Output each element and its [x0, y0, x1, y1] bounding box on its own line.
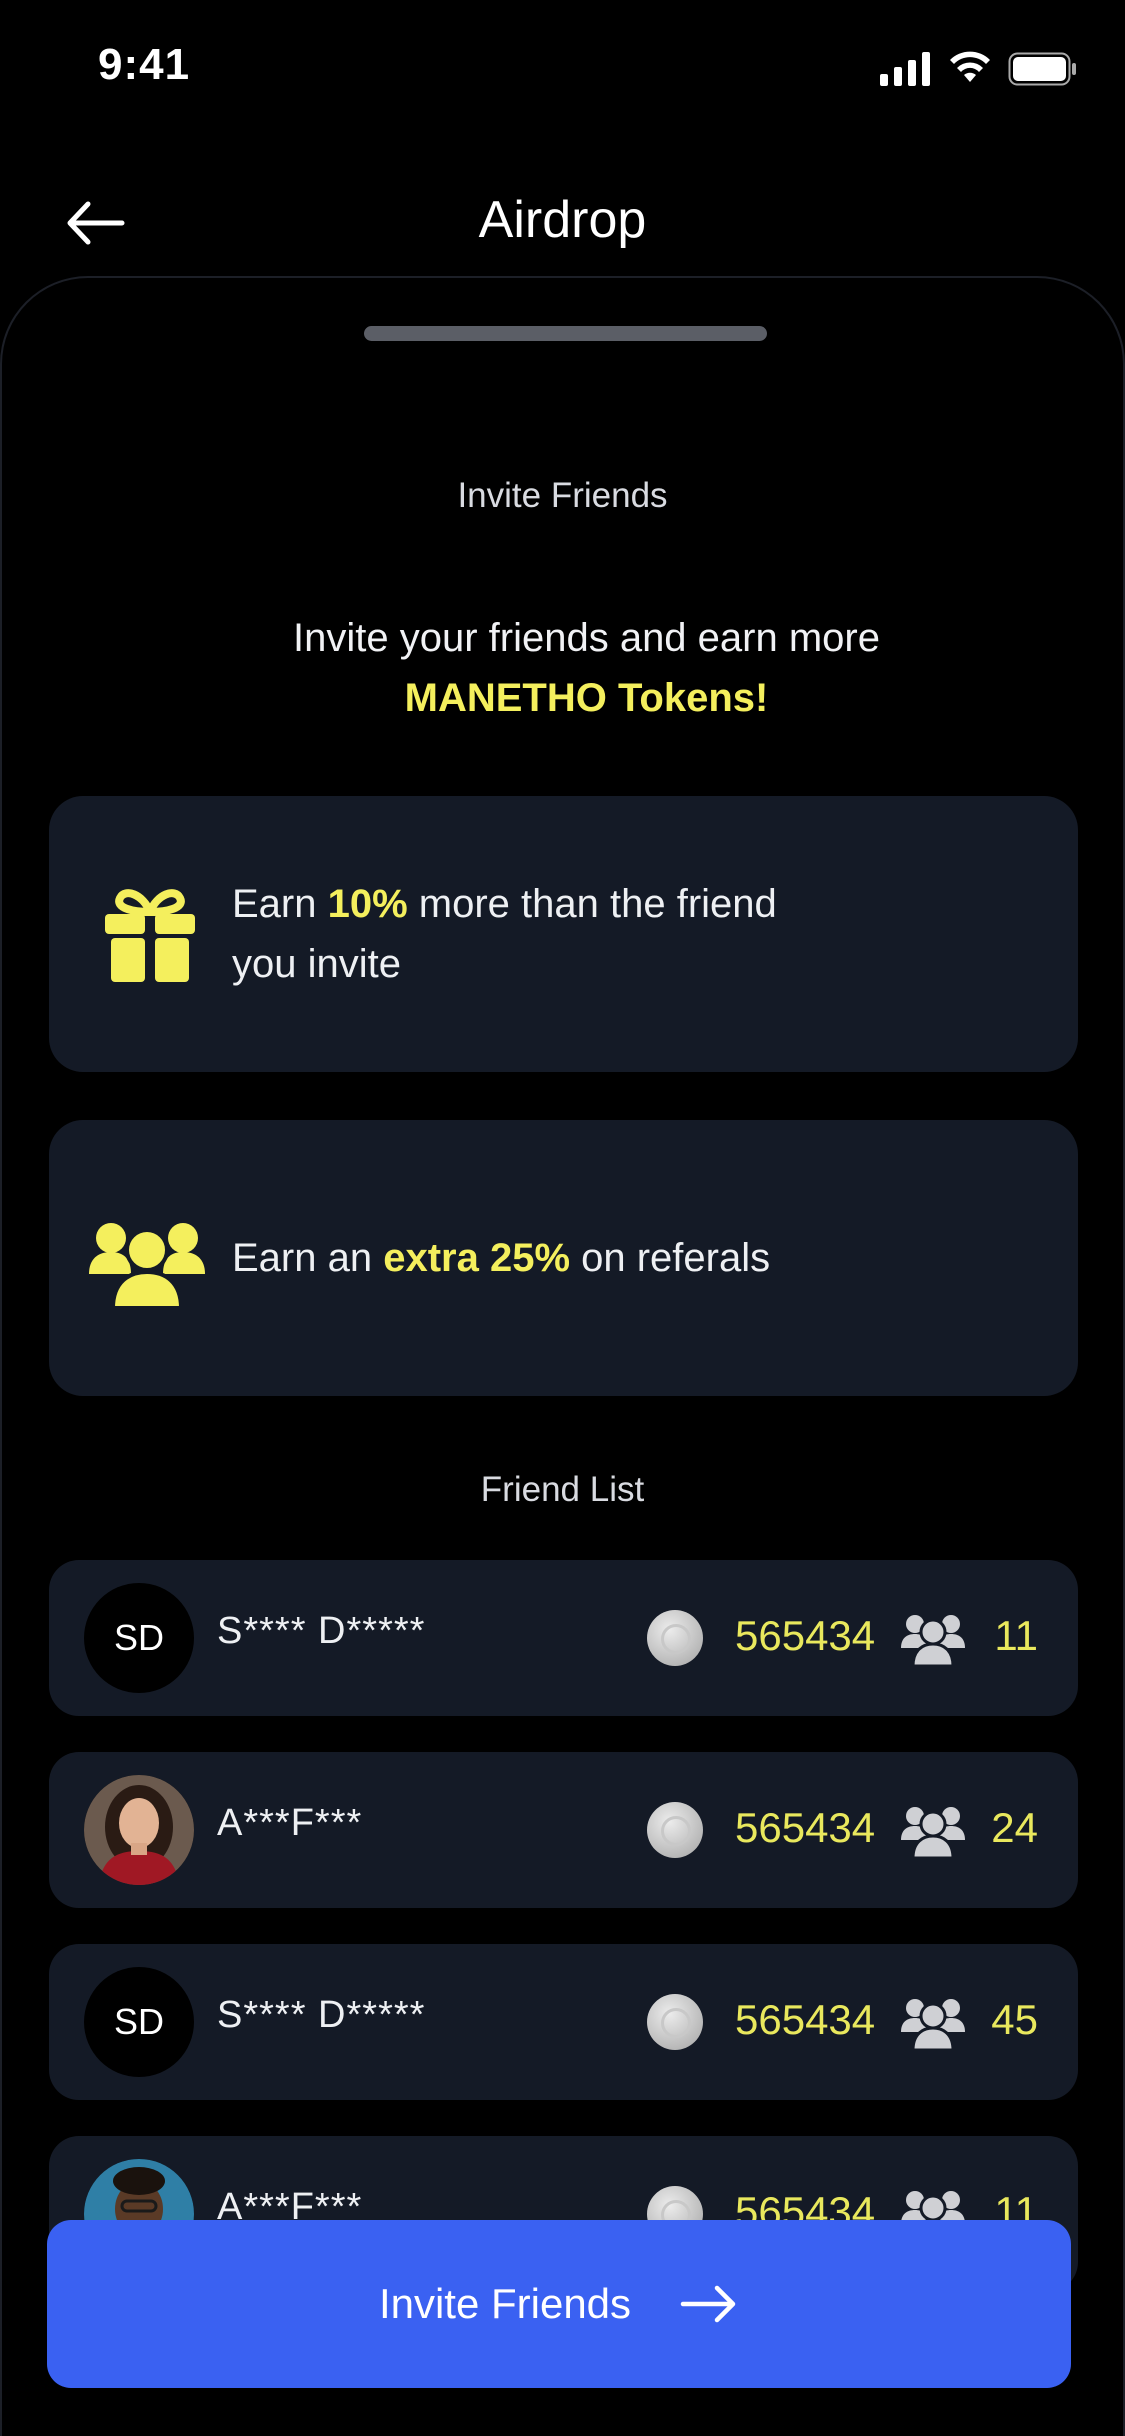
friend-list-item[interactable]: SD S**** D***** 565434 45	[49, 1944, 1078, 2100]
avatar: SD	[84, 1967, 194, 2077]
token-coin-icon	[647, 1802, 703, 1858]
token-amount: 565434	[735, 1996, 876, 2043]
invite-headline: Invite your friends and earn more MANETH…	[2, 608, 1123, 728]
wifi-icon	[950, 51, 990, 82]
status-bar: 9:41	[0, 0, 1125, 135]
friend-name: S**** D*****	[217, 1610, 426, 1652]
friend-list-item[interactable]: A***F*** 565434 24	[49, 1752, 1078, 1908]
feature-card-bonus: Earn 10% more than the friend you invite	[49, 796, 1078, 1072]
invite-friends-button-label: Invite Friends	[378, 2280, 632, 2327]
drag-handle[interactable]	[364, 326, 767, 341]
avatar: SD	[84, 1583, 194, 1693]
friend-list-title: Friend List	[480, 1470, 645, 1509]
friend-name: A***F***	[217, 1802, 363, 1844]
referral-count: 45	[991, 1996, 1038, 2043]
feature-prefix: Earn	[232, 882, 328, 926]
feature-text-referral: Earn an extra 25% on referals	[232, 1228, 770, 1288]
feature-highlight: extra 25%	[383, 1236, 571, 1280]
referral-count: 11	[994, 1612, 1038, 1659]
avatar	[84, 1775, 194, 1885]
invite-headline-text: Invite your friends and earn more	[293, 616, 880, 660]
feature-suffix: on referals	[570, 1236, 771, 1280]
invite-section-title: Invite Friends	[457, 476, 668, 515]
avatar-photo	[84, 1775, 194, 1885]
invite-headline-accent: MANETHO Tokens!	[404, 676, 769, 720]
feature-text-bonus: Earn 10% more than the friend you invite	[232, 874, 777, 994]
token-coin-icon	[647, 1610, 703, 1666]
group-icon	[89, 1223, 205, 1308]
token-amount: 565434	[735, 1612, 876, 1659]
friend-list-item[interactable]: SD S**** D***** 565434 11	[49, 1560, 1078, 1716]
invite-friends-button[interactable]: Invite Friends	[47, 2220, 1071, 2388]
token-amount: 565434	[735, 1804, 876, 1851]
bottom-sheet: Invite Friends Invite your friends and e…	[0, 276, 1125, 2436]
referrals-icon	[901, 1615, 965, 1666]
referral-count: 24	[991, 1804, 1038, 1851]
feature-line2: you invite	[232, 942, 401, 986]
gift-icon	[105, 889, 195, 982]
arrow-right-icon	[680, 2285, 736, 2323]
battery-icon	[1008, 52, 1076, 86]
feature-suffix: more than the friend	[407, 882, 777, 926]
referrals-icon	[901, 1807, 965, 1858]
token-coin-icon	[647, 1994, 703, 2050]
status-time: 9:41	[98, 40, 191, 89]
feature-prefix: Earn an	[232, 1236, 384, 1280]
page-title: Airdrop	[478, 191, 647, 249]
feature-card-referral: Earn an extra 25% on referals	[49, 1120, 1078, 1396]
cellular-signal-icon	[880, 52, 930, 86]
referrals-icon	[901, 1999, 965, 2050]
feature-highlight: 10%	[327, 882, 408, 926]
friend-name: S**** D*****	[217, 1994, 426, 2036]
